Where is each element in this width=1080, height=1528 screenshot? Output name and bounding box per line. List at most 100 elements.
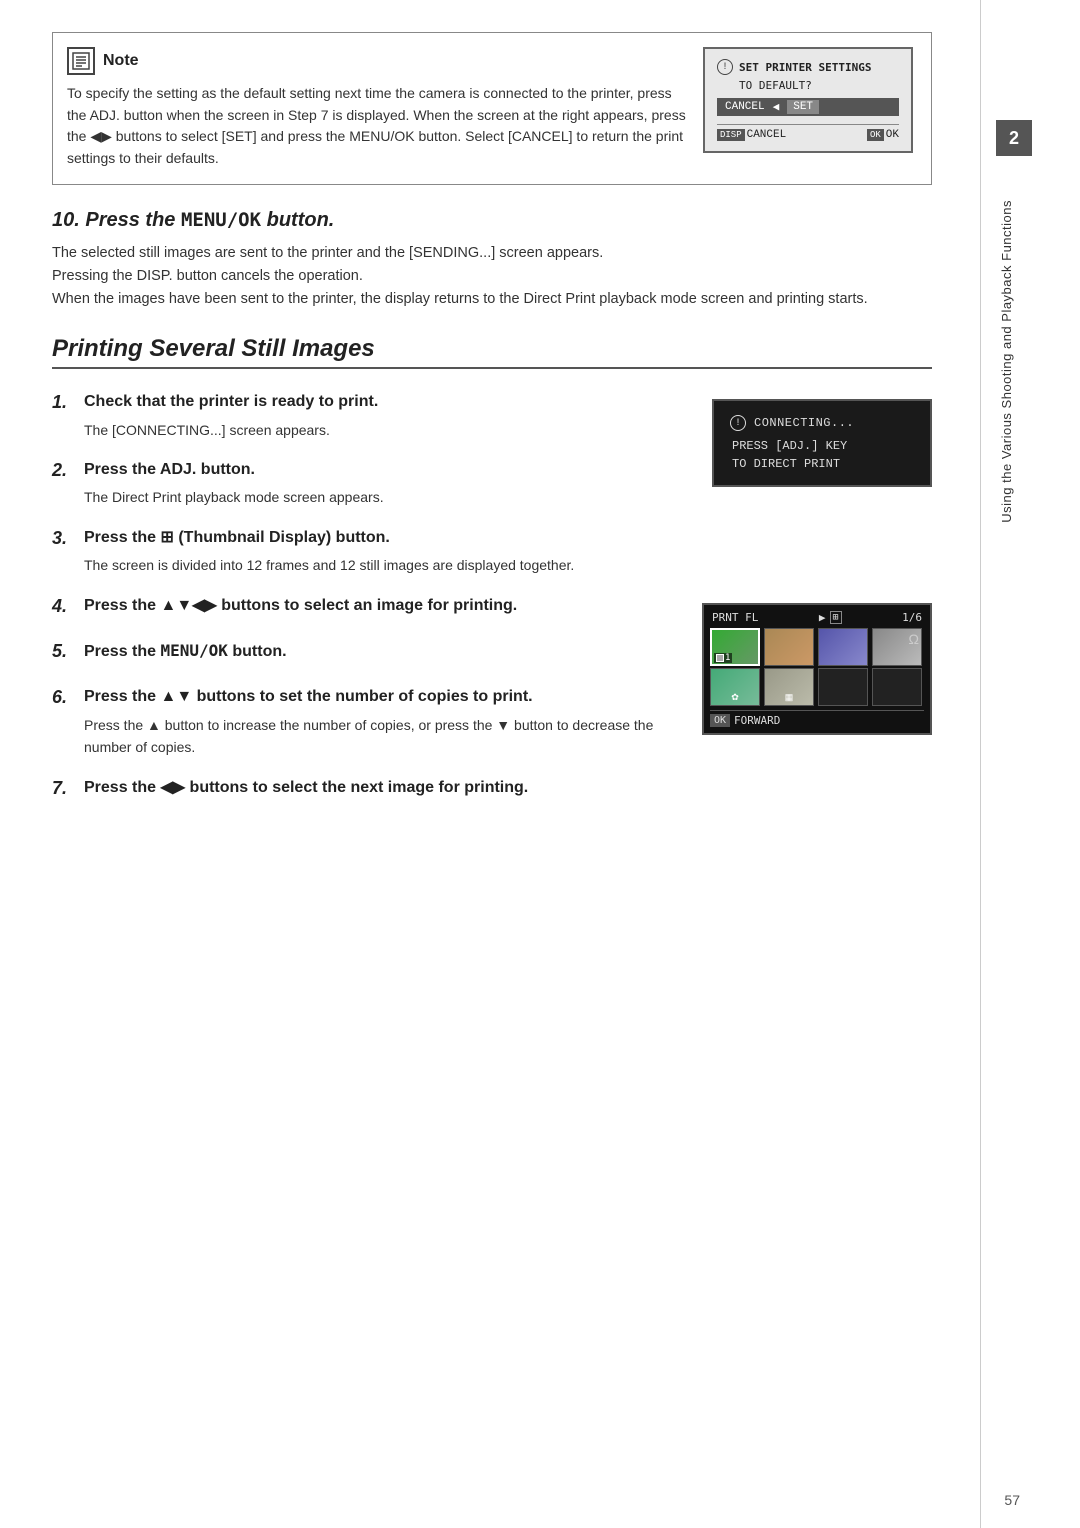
printer-settings-screen: ! SET PRINTER SETTINGS TO DEFAULT? CANCE…: [703, 47, 913, 153]
step-6-number: 6.: [52, 686, 80, 709]
side-tab-text: Using the Various Shooting and Playback …: [999, 200, 1014, 523]
note-content: Note To specify the setting as the defau…: [67, 47, 687, 170]
page-wrapper: Note To specify the setting as the defau…: [0, 0, 1080, 1528]
section-heading: Printing Several Still Images: [52, 335, 932, 369]
step-4-content: Press the ▲▼◀▶ buttons to select an imag…: [84, 595, 678, 622]
step-7: 7. Press the ◀▶ buttons to select the ne…: [52, 777, 678, 804]
step-5: 5. Press the MENU/OK button.: [52, 640, 678, 668]
step-1-number: 1.: [52, 391, 80, 414]
step-5-title: Press the MENU/OK button.: [84, 640, 678, 663]
step-10: 10. Press the MENU/OK button. The select…: [52, 209, 932, 312]
bottom-cancel: DISPCANCEL: [717, 129, 786, 141]
thumb-omega: Ω: [909, 631, 919, 647]
connecting-line1: CONNECTING...: [754, 416, 854, 430]
thumb-grid: 1 Ω ✿ ▦: [710, 628, 924, 706]
thumb-cell-4: Ω: [872, 628, 922, 666]
steps-4-7-area: 4. Press the ▲▼◀▶ buttons to select an i…: [52, 595, 932, 822]
step-7-content: Press the ◀▶ buttons to select the next …: [84, 777, 678, 804]
thumb-top-left: PRNT FL: [712, 611, 758, 624]
thumbnail-screen-col: PRNT FL ▶ ⊞ 1/6 1: [702, 595, 932, 822]
side-tab-number: 2: [996, 120, 1032, 156]
detected-text: buttons to select the: [190, 779, 346, 796]
thumb-cell-5: ✿: [710, 668, 760, 706]
connecting-line2: PRESS [ADJ.] KEY: [730, 439, 914, 453]
info-icon: !: [717, 59, 733, 75]
thumb-num-1: 1: [714, 653, 732, 663]
screen-text-line2: TO DEFAULT?: [717, 79, 899, 92]
note-icon: [67, 47, 95, 75]
step-7-number: 7.: [52, 777, 80, 800]
step-3-number: 3.: [52, 527, 80, 550]
thumb-cell-2: [764, 628, 814, 666]
steps-col-left: 1. Check that the printer is ready to pr…: [52, 391, 688, 594]
step-2-number: 2.: [52, 459, 80, 482]
thumb-bottom-bar: OK FORWARD: [710, 710, 924, 727]
step-10-key: MENU/OK: [181, 209, 261, 231]
note-screen: ! SET PRINTER SETTINGS TO DEFAULT? CANCE…: [703, 47, 913, 153]
note-title: Note: [103, 52, 139, 70]
thumb-cell-3: [818, 628, 868, 666]
thumb-icon: ⊞: [830, 611, 842, 624]
screen-text-line1: SET PRINTER SETTINGS: [739, 61, 871, 74]
thumb-building: ▦: [785, 692, 794, 703]
connecting-line3: TO DIRECT PRINT: [730, 457, 914, 471]
step-3-content: Press the ⊞ (Thumbnail Display) button. …: [84, 527, 688, 577]
set-button: SET: [787, 100, 819, 114]
step-4-number: 4.: [52, 595, 80, 618]
step-6-content: Press the ▲▼ buttons to set the number o…: [84, 686, 678, 758]
step-3-title: Press the ⊞ (Thumbnail Display) button.: [84, 527, 688, 549]
screen-line1: ! SET PRINTER SETTINGS: [717, 59, 899, 75]
connecting-icon-row: ! CONNECTING...: [730, 415, 914, 431]
screen-cancel-row: CANCEL ◀ SET: [717, 98, 899, 116]
note-text: To specify the setting as the default se…: [67, 83, 687, 170]
step-1-content: Check that the printer is ready to print…: [84, 391, 688, 441]
step-10-desc3: When the images have been sent to the pr…: [52, 288, 932, 311]
step-6-desc: Press the ▲ button to increase the numbe…: [84, 714, 678, 759]
step-10-desc1: The selected still images are sent to th…: [52, 242, 932, 265]
thumb-cell-8: [872, 668, 922, 706]
step-10-title: 10. Press the MENU/OK button.: [52, 209, 932, 232]
connecting-screen-col: ! CONNECTING... PRESS [ADJ.] KEY TO DIRE…: [712, 391, 932, 594]
step-7-title: Press the ◀▶ buttons to select the next …: [84, 777, 678, 799]
step-2-desc: The Direct Print playback mode screen ap…: [84, 486, 688, 508]
step-1-title: Check that the printer is ready to print…: [84, 391, 688, 413]
note-box: Note To specify the setting as the defau…: [52, 32, 932, 185]
step-6: 6. Press the ▲▼ buttons to set the numbe…: [52, 686, 678, 758]
note-header: Note: [67, 47, 687, 75]
thumb-top-bar: PRNT FL ▶ ⊞ 1/6: [710, 611, 924, 624]
main-content: Note To specify the setting as the defau…: [0, 0, 980, 1528]
step-2: 2. Press the ADJ. button. The Direct Pri…: [52, 459, 688, 509]
thumb-forward-label: FORWARD: [734, 714, 780, 727]
step-10-number: 10.: [52, 209, 80, 231]
step-4-title: Press the ▲▼◀▶ buttons to select an imag…: [84, 595, 678, 617]
step-4: 4. Press the ▲▼◀▶ buttons to select an i…: [52, 595, 678, 622]
thumb-top-mid: ▶ ⊞: [819, 611, 842, 624]
thumb-cell-1: 1: [710, 628, 760, 666]
thumb-flower: ✿: [731, 692, 739, 703]
step-5-number: 5.: [52, 640, 80, 663]
thumb-cell-6: ▦: [764, 668, 814, 706]
ok-badge: OK: [710, 714, 730, 727]
connecting-screen: ! CONNECTING... PRESS [ADJ.] KEY TO DIRE…: [712, 399, 932, 487]
step-10-prefix: Press the: [85, 209, 181, 231]
step-2-title: Press the ADJ. button.: [84, 459, 688, 481]
step-3: 3. Press the ⊞ (Thumbnail Display) butto…: [52, 527, 688, 577]
steps-col-right: 4. Press the ▲▼◀▶ buttons to select an i…: [52, 595, 678, 822]
step-5-content: Press the MENU/OK button.: [84, 640, 678, 668]
bottom-ok: OKOK: [867, 129, 899, 141]
thumbnail-screen: PRNT FL ▶ ⊞ 1/6 1: [702, 603, 932, 735]
step-6-title: Press the ▲▼ buttons to set the number o…: [84, 686, 678, 708]
step-1-desc: The [CONNECTING...] screen appears.: [84, 419, 688, 441]
steps-1-3-area: 1. Check that the printer is ready to pr…: [52, 391, 932, 594]
page-number: 57: [1004, 1492, 1020, 1508]
cancel-label: CANCEL: [725, 101, 765, 113]
thumb-cell-7: [818, 668, 868, 706]
side-tab: 2 Using the Various Shooting and Playbac…: [980, 0, 1032, 1528]
step-10-body: The selected still images are sent to th…: [52, 242, 932, 312]
step-10-suffix: button.: [261, 209, 334, 231]
thumb-top-right: 1/6: [902, 611, 922, 624]
arrow-symbol: ◀: [773, 100, 780, 114]
step-1: 1. Check that the printer is ready to pr…: [52, 391, 688, 441]
step-10-desc2: Pressing the DISP. button cancels the op…: [52, 265, 932, 288]
screen-bottom-bar: DISPCANCEL OKOK: [717, 124, 899, 141]
